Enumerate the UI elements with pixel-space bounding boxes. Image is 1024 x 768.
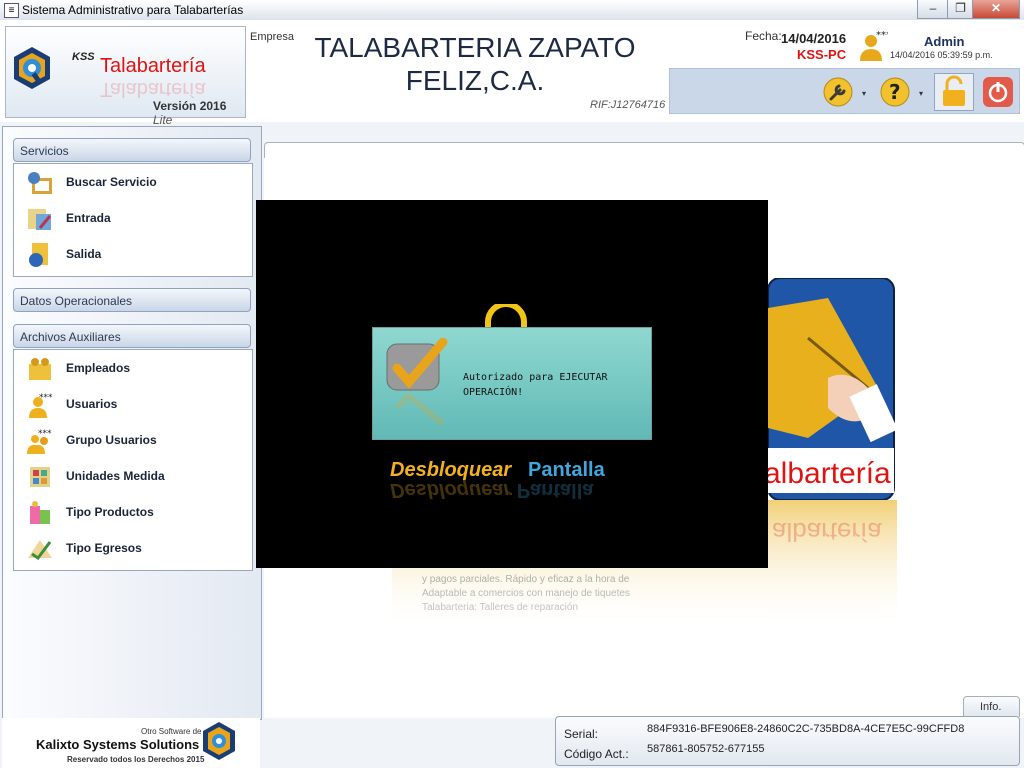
minimize-button[interactable]: – <box>917 0 949 19</box>
search-service-icon <box>28 172 52 194</box>
serial-label: Serial: <box>564 727 599 741</box>
session-date: 14/04/2016 <box>781 31 847 46</box>
edition-text: Lite <box>153 113 173 127</box>
auth-message: Autorizado para EJECUTAR OPERACIÓN! <box>463 372 608 398</box>
sidebar-item-label: Tipo Productos <box>66 505 154 519</box>
license-status-panel: Serial: 884F9316-BFE906E8-24860C2C-735BD… <box>555 716 1020 766</box>
entry-icon <box>28 209 52 230</box>
vendor-brand: Otro Software de Kalixto Systems Solutio… <box>2 718 260 768</box>
splash-brand-reflection: albartería <box>772 517 882 547</box>
splash-brand-text: albartería <box>768 457 891 490</box>
logo-kss-text: KSS <box>72 51 95 63</box>
product-types-icon <box>30 501 50 524</box>
units-icon <box>30 467 50 487</box>
splash-reflection-line: y pagos parciales. Rápido y eficaz a la … <box>422 574 630 585</box>
power-icon[interactable] <box>982 76 1014 108</box>
users-icon: *** <box>29 393 53 418</box>
app-logo: KSS Talabartería Talabartería Versión 20… <box>5 26 246 127</box>
group-header-datos-operacionales[interactable]: Datos Operacionales <box>13 288 251 312</box>
unlock-reflection-word: Desbloquear <box>390 479 512 501</box>
sidebar-item-label: Usuarios <box>66 397 118 411</box>
group-archivos-auxiliares: Empleados *** Usuarios *** Grupo Usuario… <box>13 349 253 571</box>
sidebar-item-label: Empleados <box>66 361 131 375</box>
group-servicios: Buscar Servicio Entrada Salida <box>13 163 253 277</box>
user-name: Admin <box>924 34 965 49</box>
window-title: Sistema Administrativo para Talabartería… <box>22 3 244 17</box>
serial-value: 884F9316-BFE906E8-24860C2C-735BD8A-4CE7E… <box>647 723 965 735</box>
toolbar: ▾ ? ▾ <box>669 68 1020 114</box>
date-label: Fecha: <box>745 29 782 43</box>
kalixto-emblem-icon <box>203 722 235 760</box>
sidebar-item-empleados[interactable]: Empleados <box>14 350 252 386</box>
sidebar-item-usuarios[interactable]: *** Usuarios <box>14 386 252 422</box>
close-button[interactable]: ✕ <box>972 0 1020 19</box>
brand-rights: Reservado todos los Derechos 2015 <box>67 755 205 764</box>
app-icon[interactable]: ≡ <box>4 3 19 18</box>
unlock-reflection-word: Pantalla <box>516 479 594 501</box>
splash-reflection-line: Talabarteria: Talleres de reparación <box>422 602 578 613</box>
exit-icon <box>29 243 48 267</box>
sidebar-item-label: Unidades Medida <box>66 469 165 483</box>
sidebar: Servicios Buscar Servicio Entrada Salida… <box>2 126 262 720</box>
lock-screen-overlay: Autorizado para EJECUTAR OPERACIÓN! Desb… <box>256 200 768 568</box>
brand-name: Kalixto Systems Solutions <box>36 737 200 752</box>
maximize-button[interactable]: ❐ <box>947 0 974 19</box>
user-group-icon: *** <box>27 429 52 454</box>
group-label: Datos Operacionales <box>20 294 133 308</box>
login-time: 14/04/2016 05:39:59 p.m. <box>890 50 993 60</box>
window-title-bar[interactable]: ≡ Sistema Administrativo para Talabarter… <box>0 0 1024 21</box>
svg-text:?: ? <box>889 80 901 104</box>
user-stars: *** <box>876 30 888 41</box>
user-icon: *** <box>860 30 888 61</box>
activation-code-label: Código Act.: <box>564 747 629 761</box>
wrench-dropdown-arrow[interactable]: ▾ <box>862 89 866 98</box>
info-tab-label: Info. <box>980 701 1002 713</box>
checkmark-icon <box>386 338 448 426</box>
brand-caption: Otro Software de <box>141 727 202 736</box>
logo-version: Versión 2016 Lite <box>153 99 245 127</box>
company-rif: RIF:J12764716 <box>590 99 666 111</box>
unlock-reflection: Desbloquear Pantalla <box>390 478 593 501</box>
info-tab[interactable]: Info. <box>963 696 1020 717</box>
sidebar-item-label: Tipo Egresos <box>66 541 142 555</box>
group-header-servicios[interactable]: Servicios <box>13 138 251 162</box>
group-label: Servicios <box>20 144 69 158</box>
sidebar-item-label: Entrada <box>66 211 111 225</box>
employees-icon <box>29 358 51 380</box>
group-stars: *** <box>38 429 52 439</box>
splash-logo-card: albartería <box>768 278 896 500</box>
version-text: Versión 2016 <box>153 99 227 113</box>
pc-name: KSS-PC <box>797 47 847 62</box>
sidebar-item-buscar-servicio[interactable]: Buscar Servicio <box>14 164 252 200</box>
group-label: Archivos Auxiliares <box>20 330 121 344</box>
sidebar-item-label: Buscar Servicio <box>66 175 157 189</box>
help-dropdown-arrow[interactable]: ▾ <box>919 89 923 98</box>
main-tab-strip <box>264 142 1024 159</box>
sidebar-item-tipo-productos[interactable]: Tipo Productos <box>14 494 252 530</box>
group-header-archivos-auxiliares[interactable]: Archivos Auxiliares <box>13 324 251 348</box>
users-stars: *** <box>39 393 53 403</box>
sidebar-item-unidades-medida[interactable]: Unidades Medida <box>14 458 252 494</box>
sidebar-item-entrada[interactable]: Entrada <box>14 200 252 236</box>
lock-icon[interactable] <box>934 73 974 111</box>
sidebar-item-grupo-usuarios[interactable]: *** Grupo Usuarios <box>14 422 252 458</box>
sidebar-item-salida[interactable]: Salida <box>14 236 252 272</box>
splash-reflection-line: Adaptable a comercios con manejo de tiqu… <box>422 588 630 599</box>
auth-message-box: Autorizado para EJECUTAR OPERACIÓN! <box>372 327 652 440</box>
expense-types-icon <box>28 540 52 561</box>
kss-emblem-icon <box>14 47 50 89</box>
company-name: TALABARTERIA ZAPATO FELIZ,C.A. <box>314 32 636 96</box>
activation-code-value: 587861-805752-677155 <box>647 743 765 755</box>
help-icon[interactable]: ? <box>879 76 911 108</box>
sidebar-item-label: Salida <box>66 247 102 261</box>
logo-product-name: Talabartería <box>100 55 206 77</box>
logo-reflection: Talabartería <box>100 78 206 100</box>
sidebar-item-label: Grupo Usuarios <box>66 433 157 447</box>
company-label: Empresa <box>250 31 295 43</box>
sidebar-item-tipo-egresos[interactable]: Tipo Egresos <box>14 530 252 566</box>
wrench-icon[interactable] <box>822 76 854 108</box>
